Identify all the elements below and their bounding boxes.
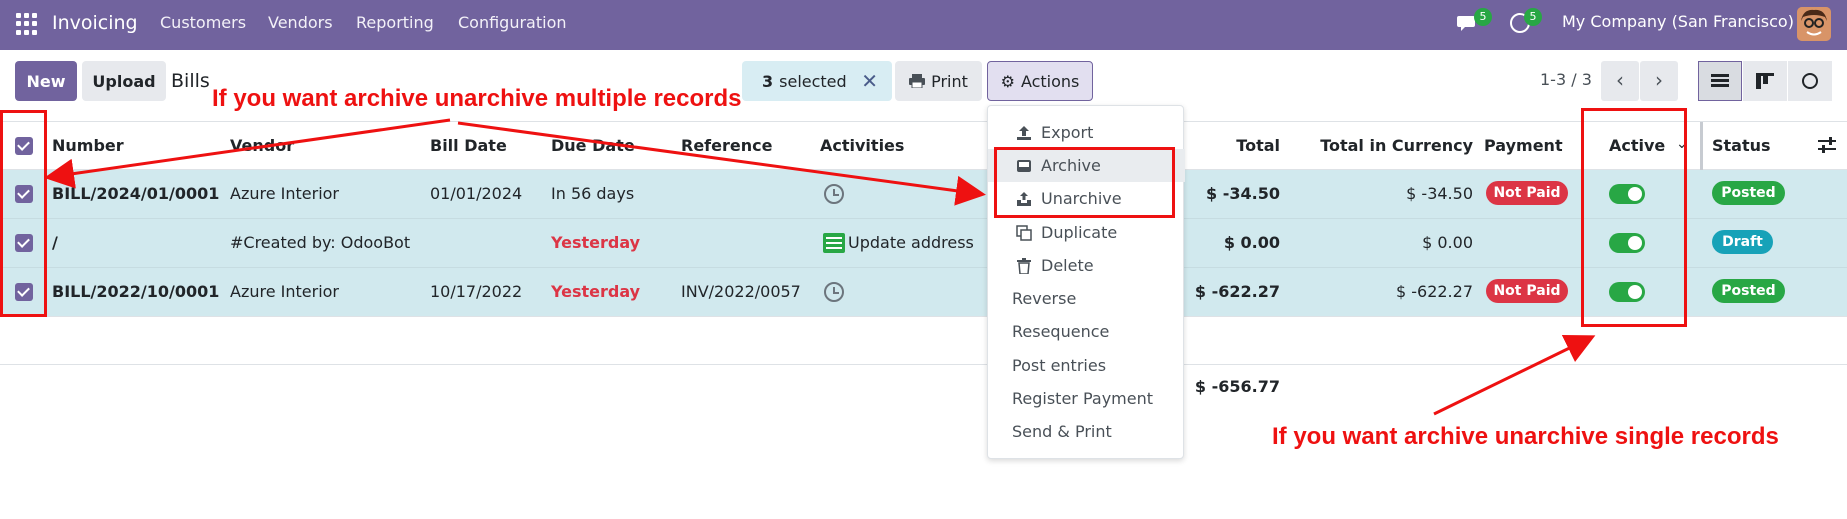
annotation-arrows [44, 118, 1596, 416]
arrow-to-archive [457, 121, 986, 206]
arrow-to-checkboxes [44, 118, 451, 189]
arrow-to-active-column [1433, 335, 1596, 416]
